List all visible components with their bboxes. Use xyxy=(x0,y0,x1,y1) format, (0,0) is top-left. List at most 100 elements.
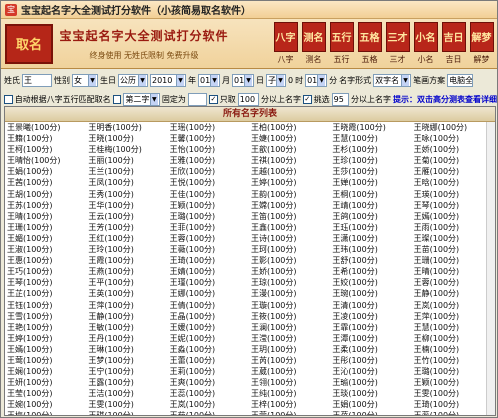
name-list-item[interactable]: 王巧(100分) xyxy=(7,266,88,277)
nav-lucky-day-button[interactable]: 吉日 吉日 xyxy=(440,21,467,66)
name-list-item[interactable]: 王倩(100分) xyxy=(170,300,251,311)
name-list-item[interactable]: 王敏(100分) xyxy=(88,322,169,333)
name-list-item[interactable]: 王娇(100分) xyxy=(251,266,332,277)
name-list-item[interactable]: 王钰(100分) xyxy=(7,300,88,311)
name-list-item[interactable]: 王丹(100分) xyxy=(88,333,169,344)
name-list-item[interactable]: 王纯(100分) xyxy=(251,388,332,399)
name-list-item[interactable]: 王娇(100分) xyxy=(414,144,495,155)
limit-checkbox[interactable]: ✓ xyxy=(209,94,218,104)
name-list-item[interactable]: 王妍(100分) xyxy=(7,377,88,388)
name-list-item[interactable]: 王籍(100分) xyxy=(7,133,88,144)
name-list-item[interactable]: 王萍(100分) xyxy=(414,311,495,322)
name-list-item[interactable]: 王晴(100分) xyxy=(414,266,495,277)
name-list-item[interactable]: 王秀(100分) xyxy=(88,189,169,200)
name-list-item[interactable]: 王杉(100分) xyxy=(332,144,413,155)
name-list-item[interactable]: 王筱(100分) xyxy=(251,311,332,322)
name-list-item[interactable]: 王馨(100分) xyxy=(170,133,251,144)
name-list-item[interactable]: 王洁(100分) xyxy=(88,388,169,399)
name-list-item[interactable]: 王姣(100分) xyxy=(332,277,413,288)
name-list-item[interactable]: 王玮(100分) xyxy=(332,244,413,255)
name-list-item[interactable]: 王楠(100分) xyxy=(414,344,495,355)
name-list-item[interactable]: 王瑛(100分) xyxy=(414,189,495,200)
name-list-item[interactable]: 王玲(100分) xyxy=(88,244,169,255)
name-list-item[interactable]: 王萍(100分) xyxy=(88,300,169,311)
name-list-item[interactable]: 王琴(100分) xyxy=(414,200,495,211)
name-list-item[interactable]: 王惠(100分) xyxy=(7,255,88,266)
fixed-position-select[interactable]: 第二字 ▼ xyxy=(123,92,160,106)
name-list-item[interactable]: 王舒(100分) xyxy=(332,255,413,266)
name-list-item[interactable]: 王茜(100分) xyxy=(7,177,88,188)
name-list-item[interactable]: 王婉(100分) xyxy=(7,399,88,410)
name-list-item[interactable]: 王柏(100分) xyxy=(251,122,332,133)
name-list-item[interactable]: 王娴(100分) xyxy=(7,366,88,377)
name-list-item[interactable]: 王悦(100分) xyxy=(170,177,251,188)
name-list-item[interactable]: 王琦(100分) xyxy=(170,255,251,266)
pick-score-input[interactable]: 95 xyxy=(331,92,350,106)
name-list-item[interactable]: 王凤(100分) xyxy=(88,177,169,188)
name-list-item[interactable]: 王珍(100分) xyxy=(332,155,413,166)
name-list-item[interactable]: 王影(100分) xyxy=(251,255,332,266)
name-list-item[interactable]: 王慧(100分) xyxy=(332,133,413,144)
name-list-item[interactable]: 王景曦(100分) xyxy=(7,122,88,133)
list-scrollbar[interactable] xyxy=(486,122,495,415)
name-list-item[interactable]: 王红(100分) xyxy=(88,233,169,244)
name-list-item[interactable]: 王桐(100分) xyxy=(332,189,413,200)
stroke-scheme-select[interactable]: 电脑全自动 xyxy=(447,73,474,87)
name-list-item[interactable]: 王英(100分) xyxy=(88,288,169,299)
name-list-item[interactable]: 王璐(100分) xyxy=(170,211,251,222)
name-list-item[interactable]: 王晶(100分) xyxy=(170,311,251,322)
name-list-item[interactable]: 王沁(100分) xyxy=(332,366,413,377)
name-list-item[interactable]: 王丽(100分) xyxy=(88,155,169,166)
name-list-item[interactable]: 王琪(100分) xyxy=(88,410,169,415)
name-list-item[interactable]: 王瑶(100分) xyxy=(170,122,251,133)
name-list-item[interactable]: 王蓉(100分) xyxy=(170,233,251,244)
name-list-item[interactable]: 王潇(100分) xyxy=(332,233,413,244)
fixed-char-checkbox[interactable] xyxy=(112,94,122,104)
name-list-item[interactable]: 王咏(100分) xyxy=(414,133,495,144)
name-list-item[interactable]: 王婧(100分) xyxy=(170,266,251,277)
name-list-item[interactable]: 王娜(100分) xyxy=(170,288,251,299)
name-list-item[interactable]: 王鑫(100分) xyxy=(251,222,332,233)
name-list-item[interactable]: 王雯(100分) xyxy=(414,388,495,399)
name-list-item[interactable]: 王芮(100分) xyxy=(251,355,332,366)
nav-test-name-button[interactable]: 测名 测名 xyxy=(300,21,327,66)
name-list-item[interactable]: 王蕊(100分) xyxy=(170,388,251,399)
name-list-item[interactable]: 王雯(100分) xyxy=(88,399,169,410)
fixed-char-input[interactable] xyxy=(187,92,208,106)
name-list-item[interactable]: 王笛(100分) xyxy=(251,211,332,222)
name-list-item[interactable]: 王淑(100分) xyxy=(7,244,88,255)
name-list-item[interactable]: 王苏(100分) xyxy=(7,200,88,211)
name-list-item[interactable]: 王霏(100分) xyxy=(332,322,413,333)
name-list-item[interactable]: 王嫣(100分) xyxy=(7,344,88,355)
name-list-item[interactable]: 王葳(100分) xyxy=(251,366,332,377)
name-list-item[interactable]: 王雁(100分) xyxy=(414,166,495,177)
name-list-item[interactable]: 王萱(100分) xyxy=(251,410,332,415)
name-list-item[interactable]: 王雅(100分) xyxy=(170,155,251,166)
name-list-item[interactable]: 王宁(100分) xyxy=(88,366,169,377)
name-list-item[interactable]: 王娟(100分) xyxy=(332,399,413,410)
name-list-item[interactable]: 王芷(100分) xyxy=(7,288,88,299)
nav-wuge-button[interactable]: 五格 五格 xyxy=(356,21,383,66)
name-list-item[interactable]: 王华(100分) xyxy=(88,200,169,211)
name-list-item[interactable]: 王莉(100分) xyxy=(170,366,251,377)
name-list-item[interactable]: 王芳(100分) xyxy=(88,222,169,233)
name-list-item[interactable]: 王佳(100分) xyxy=(170,189,251,200)
name-list-item[interactable]: 王晗(100分) xyxy=(414,177,495,188)
name-list-item[interactable]: 王嫣(100分) xyxy=(414,211,495,222)
nav-sancai-button[interactable]: 三才 三才 xyxy=(384,21,411,66)
name-list-item[interactable]: 王靖(100分) xyxy=(332,200,413,211)
day-select[interactable]: 01 ▼ xyxy=(232,73,254,87)
name-list-item[interactable]: 王露(100分) xyxy=(88,377,169,388)
name-list-item[interactable]: 王珂(100分) xyxy=(251,244,332,255)
name-list-item[interactable]: 王璇(100分) xyxy=(251,300,332,311)
name-list-item[interactable]: 王明香(100分) xyxy=(88,122,169,133)
name-list-item[interactable]: 王胡(100分) xyxy=(7,189,88,200)
name-list-item[interactable]: 王瑜(100分) xyxy=(332,377,413,388)
name-list-item[interactable]: 王莹(100分) xyxy=(7,388,88,399)
name-list-item[interactable]: 王颖(100分) xyxy=(414,377,495,388)
name-list-item[interactable]: 王菲(100分) xyxy=(170,222,251,233)
name-list-item[interactable]: 王凌(100分) xyxy=(332,311,413,322)
name-list-item[interactable]: 王琦(100分) xyxy=(414,399,495,410)
name-list-item[interactable]: 王淼(100分) xyxy=(170,344,251,355)
name-list-item[interactable]: 王雨(100分) xyxy=(414,222,495,233)
